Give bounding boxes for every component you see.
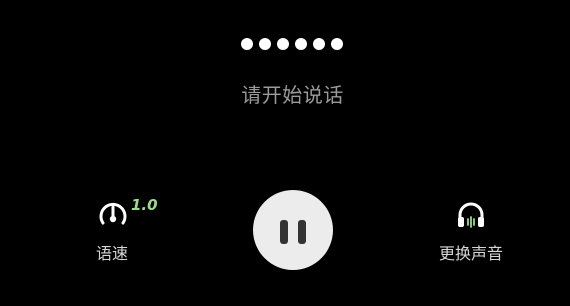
indicator-dot — [313, 38, 325, 50]
speak-prompt: 请开始说话 — [241, 83, 344, 107]
indicator-dot — [295, 38, 307, 50]
change-voice-label: 更换声音 — [438, 244, 503, 263]
indicator-dot — [259, 38, 271, 50]
pause-icon — [280, 220, 288, 244]
pause-button[interactable] — [253, 190, 333, 270]
change-voice-control[interactable]: 更换声音 — [432, 196, 510, 266]
pause-icon — [298, 220, 306, 244]
speedometer-icon — [99, 202, 127, 225]
indicator-dot — [331, 38, 343, 50]
headphones-icon — [458, 202, 484, 228]
speed-value: 1.0 — [131, 196, 158, 214]
speech-speed-control[interactable]: 1.0 语速 — [78, 196, 158, 266]
indicator-dot — [277, 38, 289, 50]
recording-indicator-dots — [241, 38, 343, 50]
speed-label: 语速 — [95, 244, 128, 263]
indicator-dot — [241, 38, 253, 50]
